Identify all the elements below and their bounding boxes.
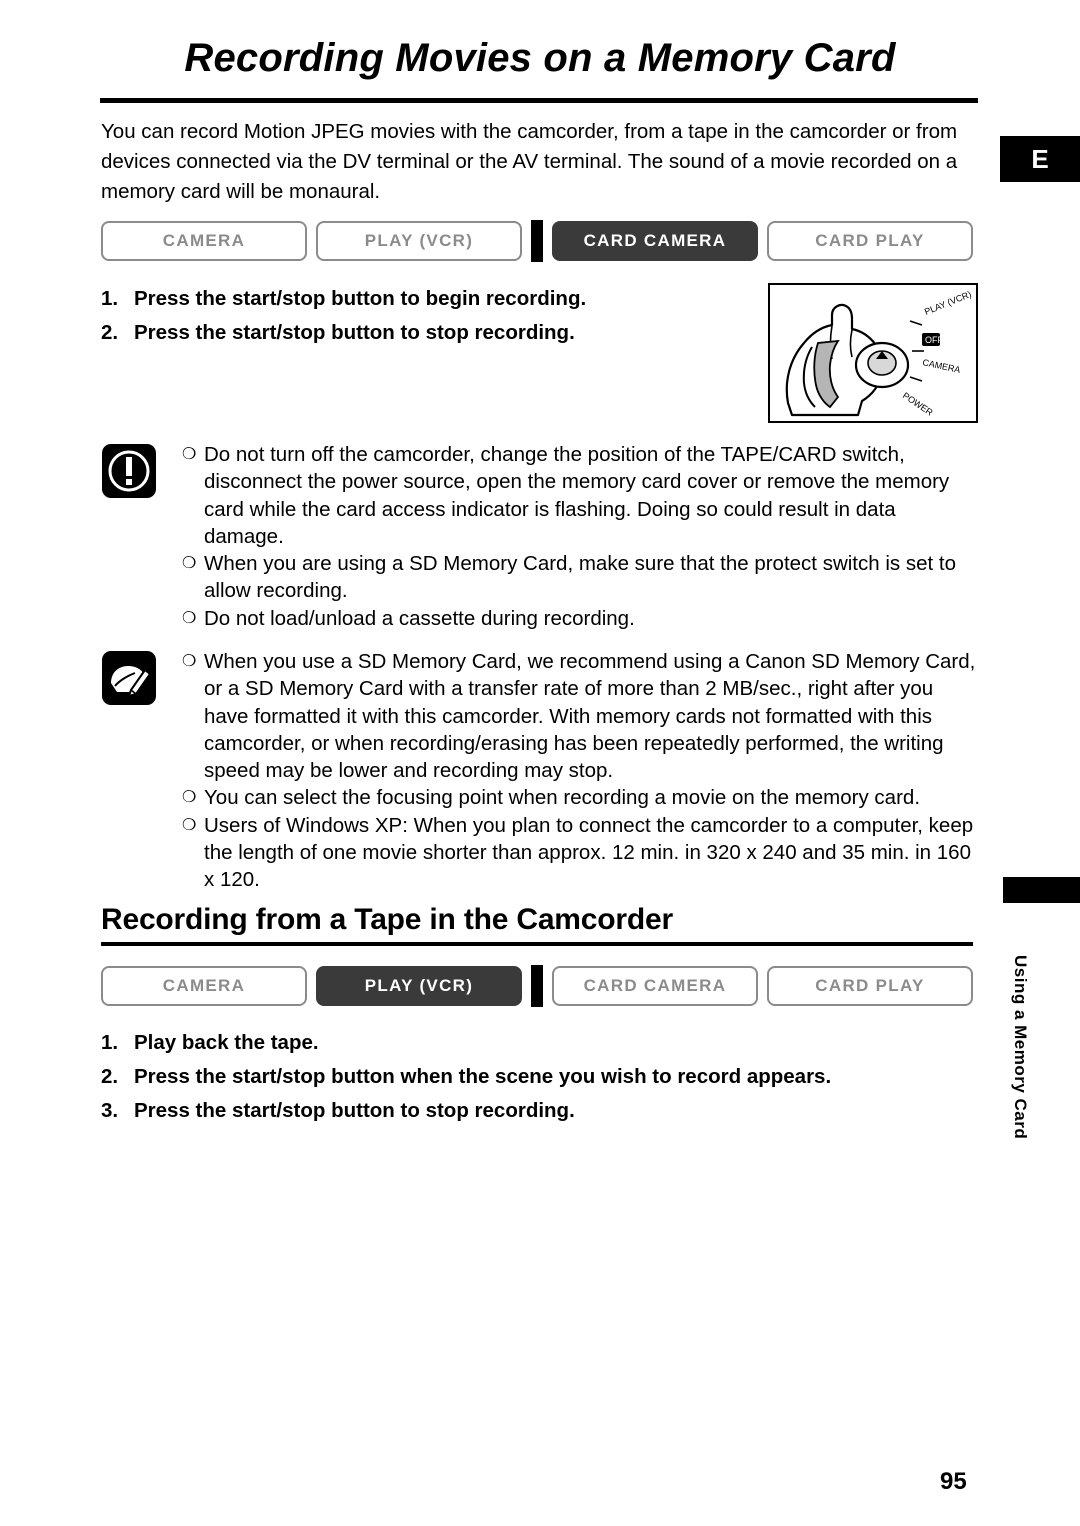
step-text: Play back the tape. bbox=[134, 1031, 319, 1054]
mode-camera-2: CAMERA bbox=[101, 966, 308, 1006]
mode-card-camera-2: CARD CAMERA bbox=[551, 966, 758, 1006]
caution-note-list: ❍ Do not turn off the camcorder, change … bbox=[182, 441, 980, 632]
note-text: Do not load/unload a cassette during rec… bbox=[204, 606, 635, 630]
mode-group-divider bbox=[531, 220, 543, 262]
mode-group-divider-2 bbox=[531, 965, 543, 1007]
illus-label-power: POWER bbox=[901, 390, 935, 418]
info-note-list: ❍ When you use a SD Memory Card, we reco… bbox=[182, 648, 980, 894]
illustration-graphic: PLAY (VCR) OFF CAMERA POWER bbox=[785, 289, 973, 418]
notes-pencil-icon bbox=[101, 650, 157, 706]
procedure-steps-1: 1. Press the start/stop button to begin … bbox=[101, 282, 741, 350]
note-item: ❍ You can select the focusing point when… bbox=[182, 784, 980, 811]
bullet-icon: ❍ bbox=[182, 555, 197, 573]
procedure-steps-2: 1. Play back the tape. 2. Press the star… bbox=[101, 1026, 931, 1128]
note-item: ❍ Users of Windows XP: When you plan to … bbox=[182, 812, 980, 894]
mode-indicator-bar-1: CAMERA PLAY (VCR) CARD CAMERA CARD PLAY bbox=[101, 220, 973, 262]
mode-card-play: CARD PLAY bbox=[766, 221, 973, 261]
note-item: ❍ Do not load/unload a cassette during r… bbox=[182, 605, 980, 632]
section-divider bbox=[101, 942, 973, 946]
page-title: Recording Movies on a Memory Card bbox=[184, 36, 896, 80]
note-item: ❍ When you are using a SD Memory Card, m… bbox=[182, 550, 980, 605]
caution-icon bbox=[101, 443, 157, 499]
note-item: ❍ Do not turn off the camcorder, change … bbox=[182, 441, 980, 550]
bullet-icon: ❍ bbox=[182, 816, 197, 834]
section-heading: Recording from a Tape in the Camcorder bbox=[101, 903, 673, 936]
intro-paragraph: You can record Motion JPEG movies with t… bbox=[101, 120, 958, 203]
illus-label-off: OFF bbox=[925, 335, 943, 345]
manual-page: Recording Movies on a Memory Card You ca… bbox=[0, 0, 1080, 1526]
step-number: 1. bbox=[101, 1031, 119, 1054]
step-item: 3. Press the start/stop button to stop r… bbox=[101, 1094, 931, 1128]
mode-play-vcr-2: PLAY (VCR) bbox=[315, 966, 523, 1006]
mode-camera: CAMERA bbox=[101, 221, 308, 261]
note-item: ❍ When you use a SD Memory Card, we reco… bbox=[182, 648, 980, 784]
step-text: Press the start/stop button when the sce… bbox=[134, 1065, 832, 1088]
step-number: 3. bbox=[101, 1099, 119, 1122]
note-text: Do not turn off the camcorder, change th… bbox=[204, 443, 950, 548]
step-text: Press the start/stop button to stop reco… bbox=[134, 1099, 575, 1122]
power-dial-hand-illustration: PLAY (VCR) OFF CAMERA POWER bbox=[768, 283, 978, 423]
side-tab-marker bbox=[1003, 877, 1080, 903]
note-text: When you are using a SD Memory Card, mak… bbox=[204, 552, 956, 603]
bullet-icon: ❍ bbox=[182, 653, 197, 670]
bullet-icon: ❍ bbox=[182, 609, 197, 627]
step-item: 2. Press the start/stop button to stop r… bbox=[101, 316, 741, 350]
illus-label-camera: CAMERA bbox=[922, 357, 962, 375]
page-number: 95 bbox=[940, 1468, 967, 1495]
mode-play-vcr: PLAY (VCR) bbox=[315, 221, 523, 261]
step-item: 2. Press the start/stop button when the … bbox=[101, 1060, 931, 1094]
note-text: Users of Windows XP: When you plan to co… bbox=[204, 813, 974, 892]
mode-card-camera: CARD CAMERA bbox=[551, 221, 758, 261]
illus-label-play-vcr: PLAY (VCR) bbox=[923, 289, 973, 317]
mode-card-play-2: CARD PLAY bbox=[766, 966, 973, 1006]
mode-indicator-bar-2: CAMERA PLAY (VCR) CARD CAMERA CARD PLAY bbox=[101, 965, 973, 1007]
step-item: 1. Play back the tape. bbox=[101, 1026, 931, 1060]
note-text: When you use a SD Memory Card, we recomm… bbox=[204, 650, 976, 783]
side-tab-label: Using a Memory Card bbox=[1011, 955, 1030, 1140]
bullet-icon: ❍ bbox=[182, 789, 197, 807]
title-divider bbox=[100, 98, 978, 103]
step-text: Press the start/stop button to stop reco… bbox=[134, 321, 575, 344]
note-text: You can select the focusing point when r… bbox=[204, 786, 921, 810]
step-number: 2. bbox=[101, 321, 119, 344]
step-number: 1. bbox=[101, 287, 119, 310]
edition-tab: E bbox=[1000, 136, 1080, 182]
step-item: 1. Press the start/stop button to begin … bbox=[101, 282, 741, 316]
step-number: 2. bbox=[101, 1065, 119, 1088]
bullet-icon: ❍ bbox=[182, 446, 197, 463]
step-text: Press the start/stop button to begin rec… bbox=[134, 287, 587, 310]
